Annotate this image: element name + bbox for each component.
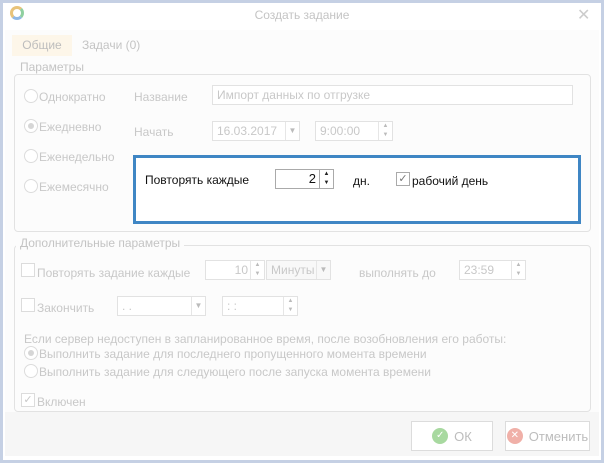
workday-label: рабочий день xyxy=(412,174,489,188)
repeat-days-value: 2 xyxy=(308,171,316,186)
start-label: Начать xyxy=(134,125,174,139)
radio-weekly[interactable] xyxy=(24,149,38,163)
workday-checkbox[interactable]: ✓ xyxy=(396,172,410,186)
repeat-task-label: Повторять задание каждые xyxy=(37,266,191,280)
extra-legend: Дополнительные параметры xyxy=(16,236,185,250)
radio-next-after-start[interactable] xyxy=(24,364,38,378)
finish-time-input[interactable]: : : ▲ ▼ xyxy=(222,296,298,316)
repeat-task-checkbox[interactable] xyxy=(21,263,35,277)
enabled-checkbox[interactable]: ✓ xyxy=(21,393,35,407)
finish-time-value: : : xyxy=(227,299,238,313)
days-unit-label: дн. xyxy=(353,174,370,188)
finish-checkbox[interactable] xyxy=(21,298,35,312)
repeat-unit-select[interactable]: Минуты ▼ xyxy=(266,260,331,280)
radio-daily-label: Ежедневно xyxy=(39,120,102,134)
until-time-input[interactable]: 23:59 ▲ ▼ xyxy=(459,260,526,280)
close-icon[interactable]: ✕ xyxy=(577,5,590,25)
start-time-input[interactable]: 9:00:00 ▲ ▼ xyxy=(315,121,393,141)
chevron-down-icon[interactable]: ▼ xyxy=(285,122,299,140)
radio-last-missed-label: Выполнить задание для последнего пропуще… xyxy=(39,347,427,361)
radio-weekly-label: Еженедельно xyxy=(39,150,115,164)
finish-date-picker[interactable]: . . ▼ xyxy=(117,296,206,316)
name-input[interactable]: Импорт данных по отгрузке xyxy=(212,85,573,105)
ok-label: ОК xyxy=(454,428,472,444)
radio-next-after-start-label: Выполнить задание для следующего после з… xyxy=(39,365,431,379)
spinner-icon[interactable]: ▲ ▼ xyxy=(250,261,264,279)
enabled-label: Включен xyxy=(37,395,86,409)
start-time-value: 9:00:00 xyxy=(320,124,361,138)
start-date-value: 16.03.2017 xyxy=(217,124,278,138)
spinner-icon[interactable]: ▲ ▼ xyxy=(319,170,333,188)
repeat-unit-value: Минуты xyxy=(271,263,315,277)
cancel-label: Отменить xyxy=(528,428,589,444)
repeat-task-interval[interactable]: 10 ▲ ▼ xyxy=(205,260,265,280)
ok-button[interactable]: ✓ ОК xyxy=(411,421,493,451)
repeat-days-input[interactable]: 2 ▲ ▼ xyxy=(275,169,334,189)
until-label: выполнять до xyxy=(359,266,436,280)
params-legend: Параметры xyxy=(16,60,88,74)
repeat-every-label: Повторять каждые xyxy=(145,173,250,187)
dialog-title: Создать задание xyxy=(254,8,350,22)
tab-tasks[interactable]: Задачи (0) xyxy=(82,35,140,56)
chevron-down-icon[interactable]: ▼ xyxy=(316,261,330,279)
start-date-picker[interactable]: 16.03.2017 ▼ xyxy=(212,121,300,141)
radio-last-missed[interactable] xyxy=(24,346,38,360)
repeat-panel xyxy=(133,155,581,224)
spinner-icon[interactable]: ▲ ▼ xyxy=(511,261,525,279)
finish-label: Закончить xyxy=(37,301,95,315)
radio-monthly-label: Ежемесячно xyxy=(39,180,109,194)
radio-once-label: Однократно xyxy=(39,90,106,104)
radio-daily[interactable] xyxy=(24,119,38,133)
spinner-icon[interactable]: ▲ ▼ xyxy=(283,297,297,315)
check-icon: ✓ xyxy=(432,428,449,444)
name-label: Название xyxy=(134,90,188,104)
cancel-button[interactable]: ✕ Отменить xyxy=(505,421,590,451)
cancel-icon: ✕ xyxy=(506,428,523,444)
until-time-value: 23:59 xyxy=(464,263,495,277)
server-note: Если сервер недоступен в запланированное… xyxy=(24,332,507,346)
radio-once[interactable] xyxy=(24,89,38,103)
spinner-icon[interactable]: ▲ ▼ xyxy=(378,122,392,140)
tab-general[interactable]: Общие xyxy=(12,35,72,56)
chevron-down-icon[interactable]: ▼ xyxy=(191,297,205,315)
repeat-task-value: 10 xyxy=(234,263,248,277)
radio-monthly[interactable] xyxy=(24,179,38,193)
finish-date-value: . . xyxy=(122,299,133,313)
